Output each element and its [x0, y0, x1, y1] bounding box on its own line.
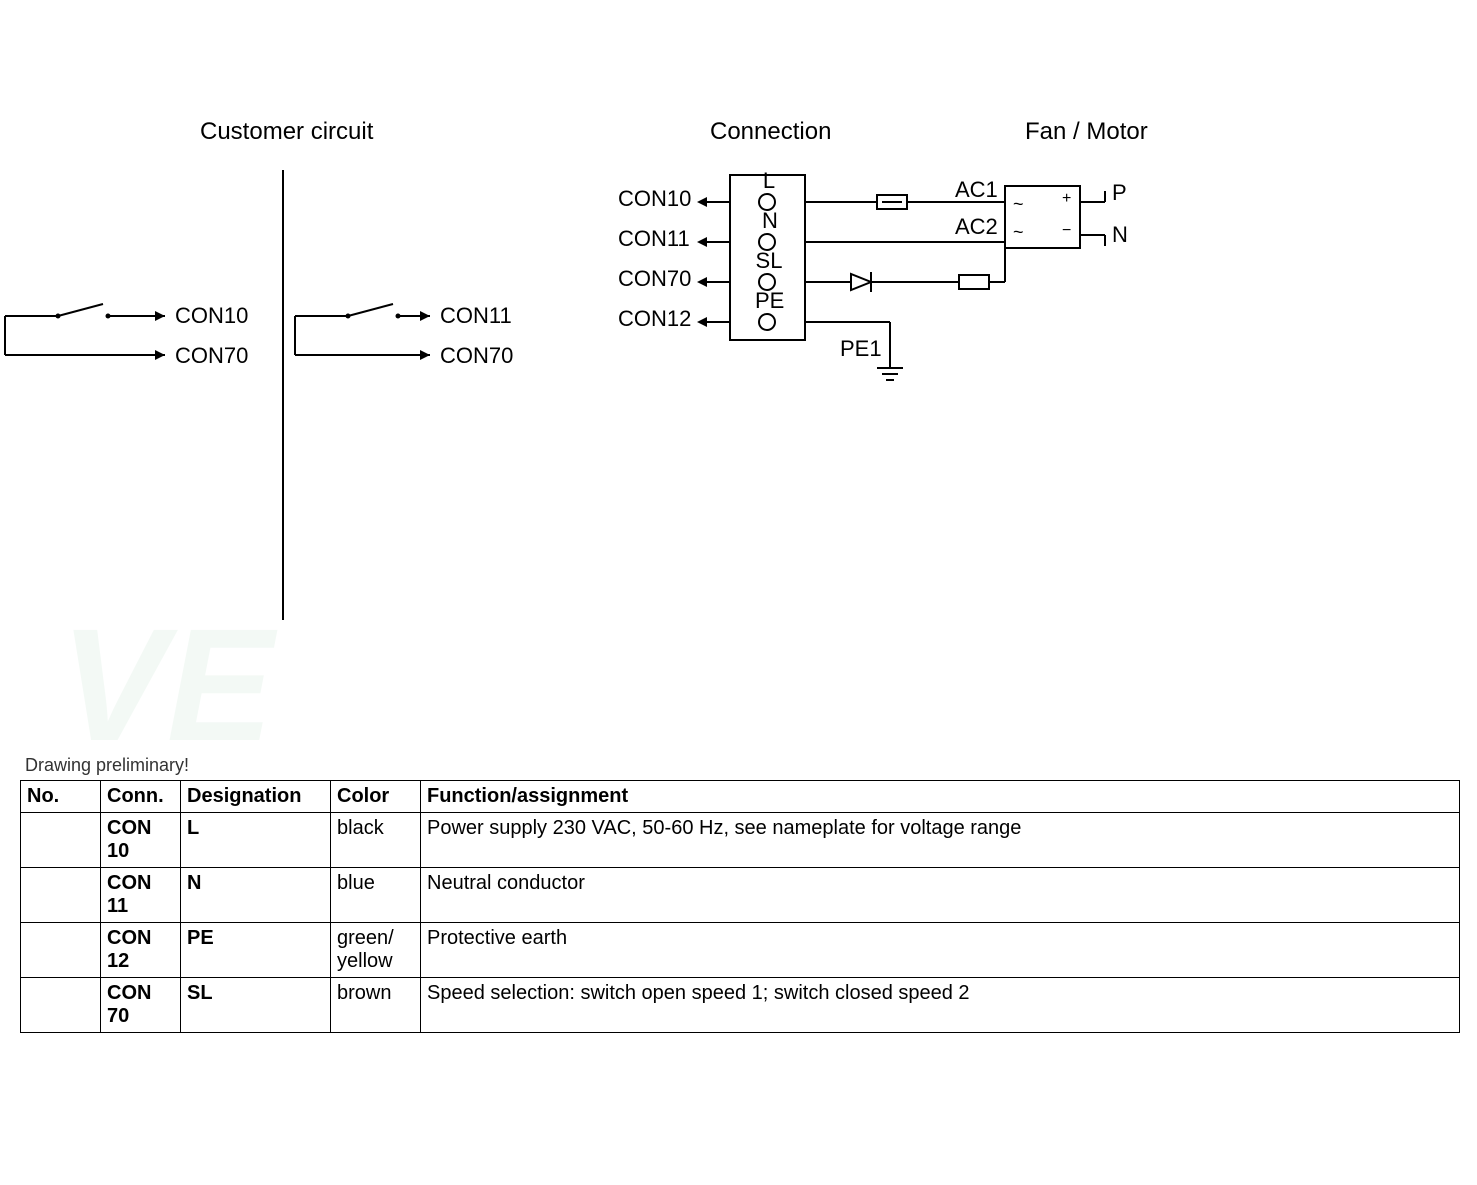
cell-no — [21, 813, 101, 868]
label-tilde1: ~ — [1013, 194, 1024, 215]
conn-con12: CON12 — [618, 306, 691, 332]
conn-con10: CON10 — [618, 186, 691, 212]
cell-function: Neutral conductor — [421, 868, 1460, 923]
cust-con70-right: CON70 — [440, 343, 513, 369]
cell-designation: PE — [181, 923, 331, 978]
conn-con70: CON70 — [618, 266, 691, 292]
label-P: P — [1112, 180, 1127, 206]
table-header-row: No. Conn. Designation Color Function/ass… — [21, 781, 1460, 813]
cell-designation: SL — [181, 978, 331, 1033]
cell-designation: L — [181, 813, 331, 868]
th-no: No. — [21, 781, 101, 813]
label-plus: + — [1062, 190, 1071, 208]
cell-color: black — [331, 813, 421, 868]
pin-PE: PE — [755, 288, 783, 314]
cell-conn: CON 12 — [101, 923, 181, 978]
cust-con11: CON11 — [440, 303, 512, 329]
pin-L: L — [762, 168, 776, 194]
pin-SL: SL — [755, 248, 783, 274]
th-color: Color — [331, 781, 421, 813]
label-fan-motor: Fan / Motor — [1025, 118, 1148, 146]
label-ac2: AC2 — [955, 214, 998, 240]
label-N-motor: N — [1112, 222, 1128, 248]
cell-no — [21, 978, 101, 1033]
cell-color: blue — [331, 868, 421, 923]
th-function: Function/assignment — [421, 781, 1460, 813]
cell-function: Power supply 230 VAC, 50-60 Hz, see name… — [421, 813, 1460, 868]
table-row: CON 10 L black Power supply 230 VAC, 50-… — [21, 813, 1460, 868]
cust-con10: CON10 — [175, 303, 248, 329]
pin-N: N — [762, 208, 776, 234]
table-row: CON 70 SL brown Speed selection: switch … — [21, 978, 1460, 1033]
cell-color: brown — [331, 978, 421, 1033]
label-connection: Connection — [710, 118, 831, 146]
cell-function: Speed selection: switch open speed 1; sw… — [421, 978, 1460, 1033]
table-row: CON 11 N blue Neutral conductor — [21, 868, 1460, 923]
label-tilde2: ~ — [1013, 222, 1024, 243]
cell-conn: CON 10 — [101, 813, 181, 868]
cust-con70-left: CON70 — [175, 343, 248, 369]
connection-table: No. Conn. Designation Color Function/ass… — [20, 780, 1460, 1033]
th-conn: Conn. — [101, 781, 181, 813]
cell-no — [21, 923, 101, 978]
diagram-area: Customer circuit Connection Fan / Motor … — [0, 100, 1477, 650]
cell-no — [21, 868, 101, 923]
cell-function: Protective earth — [421, 923, 1460, 978]
cell-conn: CON 11 — [101, 868, 181, 923]
drawing-note: Drawing preliminary! — [25, 755, 189, 776]
th-designation: Designation — [181, 781, 331, 813]
label-minus: − — [1062, 222, 1071, 240]
cell-color: green/ yellow — [331, 923, 421, 978]
table-row: CON 12 PE green/ yellow Protective earth — [21, 923, 1460, 978]
label-ac1: AC1 — [955, 177, 998, 203]
label-pe1: PE1 — [840, 336, 882, 362]
conn-con11: CON11 — [618, 226, 690, 252]
cell-conn: CON 70 — [101, 978, 181, 1033]
cell-designation: N — [181, 868, 331, 923]
